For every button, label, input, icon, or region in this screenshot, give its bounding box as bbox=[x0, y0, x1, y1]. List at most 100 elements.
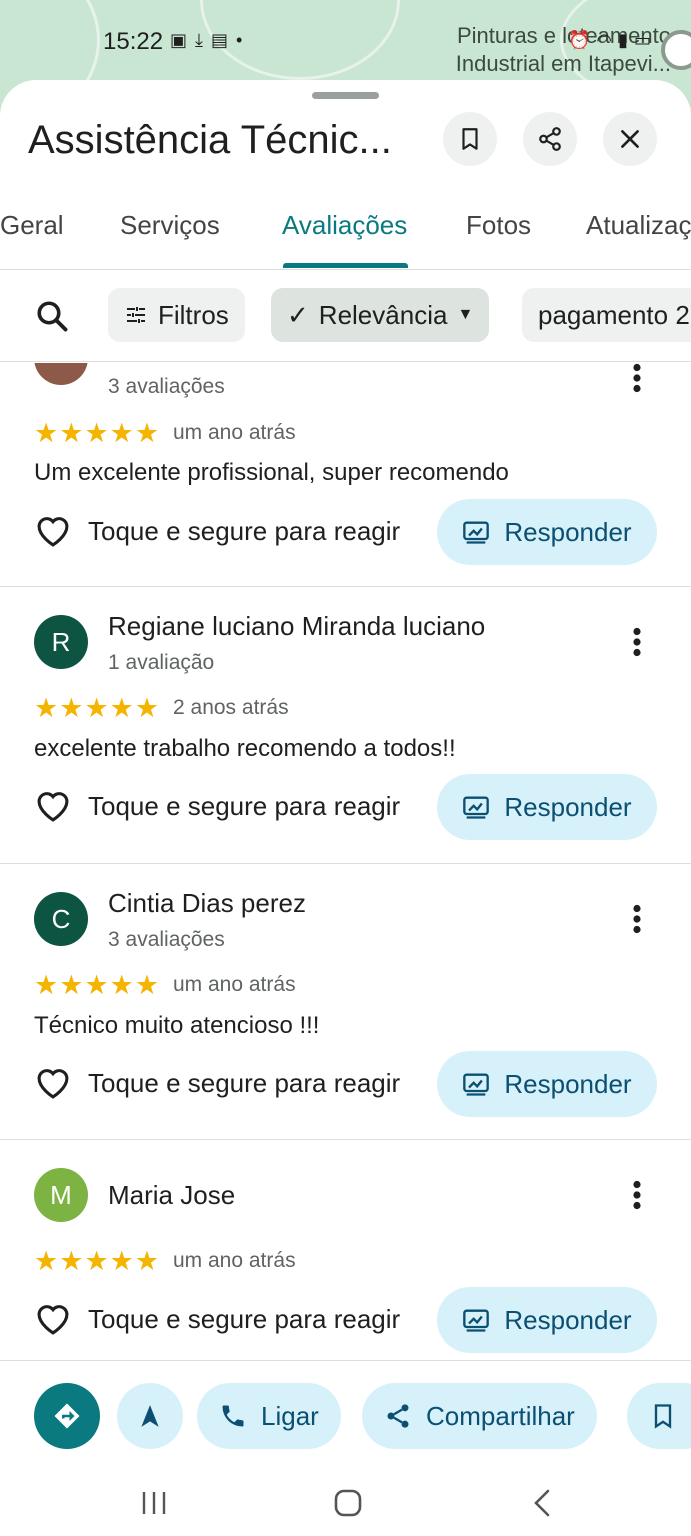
status-bar: 15:22 ▣ ⤓ ▤ • ⏰ ◠ ▮ ▭ bbox=[0, 0, 691, 80]
bookmark-icon bbox=[654, 1404, 672, 1429]
sort-chip-label: Relevância bbox=[318, 299, 448, 330]
reviewer-name[interactable]: Cintia Dias perez bbox=[108, 888, 306, 919]
react-button[interactable]: Toque e segure para reagir bbox=[34, 1302, 400, 1336]
reviewer-name[interactable]: Regiane luciano Miranda luciano bbox=[108, 611, 485, 642]
react-button[interactable]: Toque e segure para reagir bbox=[34, 789, 400, 823]
share-button[interactable] bbox=[523, 112, 577, 166]
heart-icon bbox=[37, 517, 69, 547]
tab-servicos[interactable]: Serviços bbox=[120, 210, 220, 241]
star-rating: ★ ★ ★ ★ ★ bbox=[34, 970, 160, 1000]
review-card: M Maria Jose ★ ★ ★ ★ ★ um ano atrás Toque e … bbox=[0, 1140, 691, 1360]
filters-chip-label: Filtros bbox=[158, 299, 229, 330]
navigation-arrow-icon bbox=[141, 1405, 159, 1427]
dropdown-arrow-icon: ▼ bbox=[457, 306, 474, 323]
star-rating: ★ ★ ★ ★ ★ bbox=[34, 1246, 160, 1276]
react-button[interactable]: Toque e segure para reagir bbox=[34, 1066, 400, 1100]
gallery-icon: ▣ bbox=[170, 30, 188, 50]
avatar[interactable]: C bbox=[34, 892, 88, 946]
action-bar: Ligar Compartilhar bbox=[0, 1360, 691, 1470]
filters-chip[interactable]: Filtros bbox=[108, 288, 245, 342]
review-text: excelente trabalho recomendo a todos!! bbox=[34, 735, 456, 762]
reply-icon bbox=[463, 1309, 490, 1332]
tab-geral[interactable]: Geral bbox=[0, 210, 64, 241]
system-navigation-bar bbox=[0, 1470, 691, 1536]
call-button[interactable]: Ligar bbox=[197, 1383, 341, 1449]
more-options-icon[interactable] bbox=[628, 1180, 646, 1210]
status-time: 15:22 bbox=[103, 28, 164, 55]
alarm-icon: ⏰ bbox=[567, 30, 591, 50]
react-button[interactable]: Toque e segure para reagir bbox=[34, 514, 400, 548]
heart-icon bbox=[37, 792, 69, 822]
back-icon[interactable] bbox=[530, 1488, 554, 1518]
tune-icon bbox=[127, 307, 145, 323]
review-text: Um excelente profissional, super recomen… bbox=[34, 459, 509, 486]
place-sheet: Assistência Técnic... Geral Serviços Ava… bbox=[0, 80, 691, 1536]
tab-fotos[interactable]: Fotos bbox=[466, 210, 531, 241]
signal-icon: ▮ bbox=[618, 30, 628, 50]
phone-icon bbox=[222, 1405, 244, 1427]
more-options-icon[interactable] bbox=[628, 363, 646, 393]
tab-avaliacoes[interactable]: Avaliações bbox=[282, 210, 407, 241]
tab-bar: Geral Serviços Avaliações Fotos Atualiza… bbox=[0, 198, 691, 270]
notification-icons: ▣ ⤓ ▤ • bbox=[170, 30, 242, 51]
review-text: Técnico muito atencioso !!! bbox=[34, 1012, 320, 1039]
review-date: um ano atrás bbox=[173, 421, 296, 444]
share-place-button[interactable]: Compartilhar bbox=[362, 1383, 597, 1449]
reviewer-review-count: 3 avaliações bbox=[108, 375, 225, 398]
star-rating: ★ ★ ★ ★ ★ bbox=[34, 693, 160, 723]
directions-icon bbox=[54, 1403, 80, 1429]
avatar[interactable]: R bbox=[34, 615, 88, 669]
sort-relevance-chip[interactable]: ✓ Relevância ▼ bbox=[271, 288, 490, 342]
recent-apps-icon[interactable] bbox=[140, 1490, 168, 1516]
check-icon: ✓ bbox=[287, 299, 309, 330]
topic-chip-label: pagamento 2 bbox=[538, 299, 690, 330]
home-icon[interactable] bbox=[333, 1488, 363, 1518]
topic-chip-pagamento[interactable]: pagamento 2 bbox=[522, 288, 691, 342]
dot-icon: • bbox=[236, 30, 243, 50]
close-icon bbox=[621, 130, 639, 148]
drag-handle[interactable] bbox=[312, 92, 379, 99]
reply-button[interactable]: Responder bbox=[437, 774, 657, 840]
reviews-list: 3 avaliações ★ ★ ★ ★ ★ um ano atrás Um excel… bbox=[0, 363, 691, 1360]
tab-indicator bbox=[283, 263, 408, 268]
bookmark-icon bbox=[462, 128, 478, 150]
app-icon: ▤ bbox=[210, 30, 228, 50]
reviewer-review-count: 3 avaliações bbox=[108, 928, 225, 951]
close-button[interactable] bbox=[603, 112, 657, 166]
review-card: R Regiane luciano Miranda luciano 1 aval… bbox=[0, 587, 691, 864]
tab-atualizacoes[interactable]: Atualizaç bbox=[586, 210, 691, 241]
reply-icon bbox=[463, 521, 490, 544]
search-icon[interactable] bbox=[34, 298, 70, 334]
review-card: 3 avaliações ★ ★ ★ ★ ★ um ano atrás Um excel… bbox=[0, 363, 691, 587]
reply-icon bbox=[463, 796, 490, 819]
system-icons: ⏰ ◠ ▮ ▭ bbox=[568, 30, 651, 51]
reviewer-name[interactable]: Maria Jose bbox=[108, 1180, 235, 1211]
review-date: 2 anos atrás bbox=[173, 696, 289, 719]
review-card: C Cintia Dias perez 3 avaliações ★ ★ ★ ★ ★ u… bbox=[0, 864, 691, 1140]
wifi-icon: ◠ bbox=[596, 30, 613, 50]
download-icon: ⤓ bbox=[195, 30, 203, 50]
more-options-icon[interactable] bbox=[628, 627, 646, 657]
avatar[interactable]: M bbox=[34, 1168, 88, 1222]
reply-button[interactable]: Responder bbox=[437, 1051, 657, 1117]
reply-button[interactable]: Responder bbox=[437, 1287, 657, 1353]
directions-button[interactable] bbox=[34, 1383, 100, 1449]
share-icon bbox=[539, 127, 561, 151]
start-navigation-button[interactable] bbox=[117, 1383, 183, 1449]
reply-icon bbox=[463, 1073, 490, 1096]
place-title: Assistência Técnic... bbox=[28, 118, 392, 162]
filter-bar: Filtros ✓ Relevância ▼ pagamento 2 bbox=[0, 270, 691, 362]
more-options-icon[interactable] bbox=[628, 904, 646, 934]
share-icon bbox=[387, 1404, 409, 1428]
heart-icon bbox=[37, 1069, 69, 1099]
star-rating: ★ ★ ★ ★ ★ bbox=[34, 418, 160, 448]
save-place-button[interactable] bbox=[627, 1383, 691, 1449]
battery-icon: ▭ bbox=[633, 30, 651, 50]
save-button[interactable] bbox=[443, 112, 497, 166]
review-date: um ano atrás bbox=[173, 1249, 296, 1272]
review-date: um ano atrás bbox=[173, 973, 296, 996]
heart-icon bbox=[37, 1305, 69, 1335]
reviewer-review-count: 1 avaliação bbox=[108, 651, 215, 674]
reply-button[interactable]: Responder bbox=[437, 499, 657, 565]
avatar[interactable] bbox=[34, 363, 88, 385]
